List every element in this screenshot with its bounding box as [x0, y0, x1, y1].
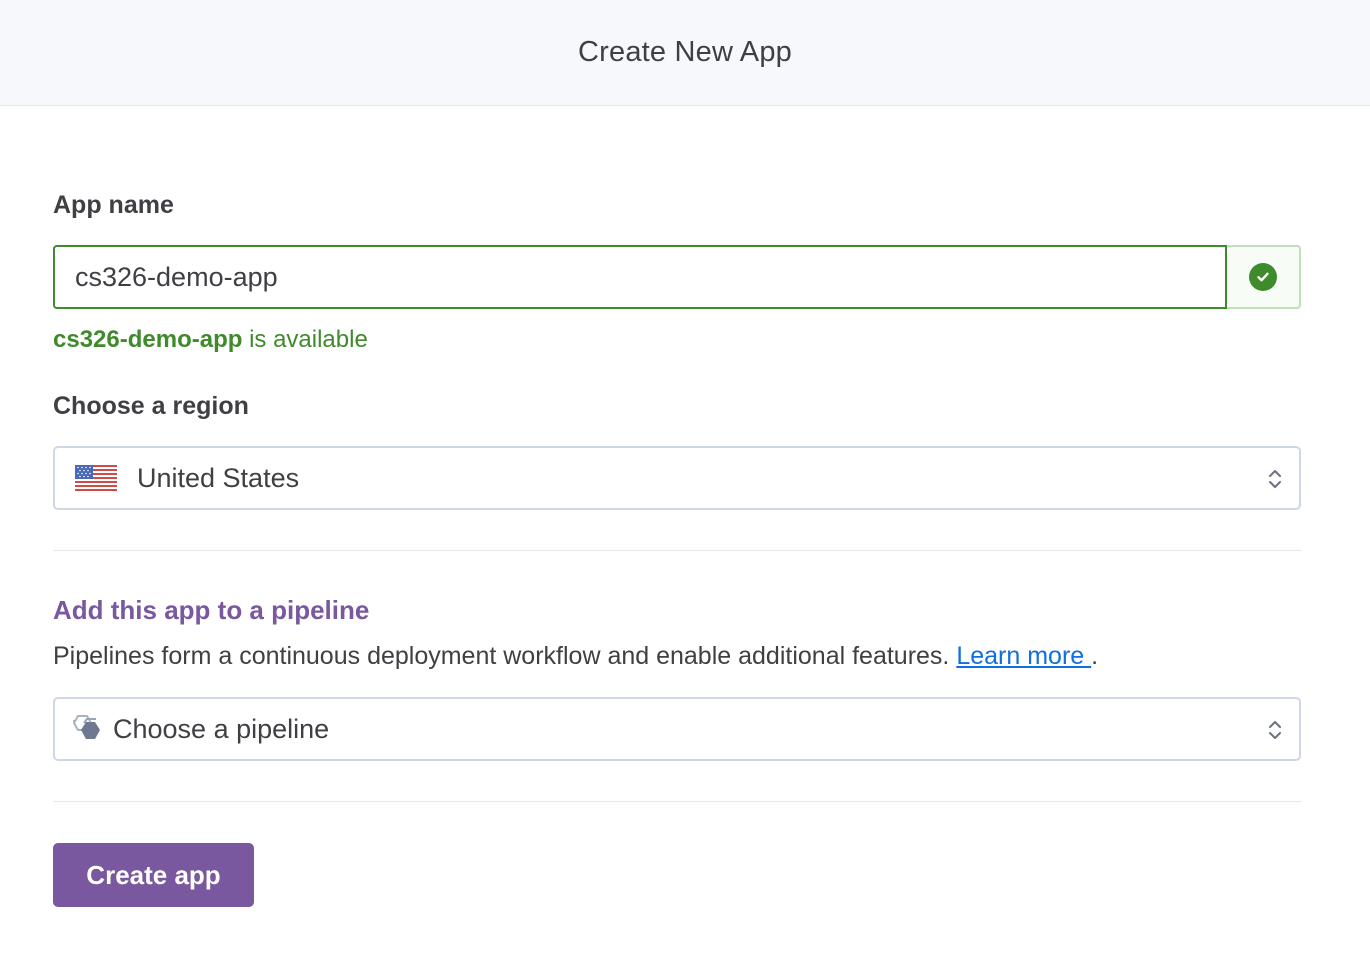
availability-message: cs326-demo-app is available: [53, 326, 368, 354]
page-header: Create New App: [0, 0, 1370, 106]
pipeline-select[interactable]: Choose a pipeline: [53, 697, 1301, 761]
chevron-up-down-icon: [1269, 470, 1281, 488]
app-name-status: [1227, 245, 1301, 309]
check-circle-icon: [1249, 263, 1277, 291]
page-title: Create New App: [578, 36, 792, 68]
learn-more-link[interactable]: Learn more: [956, 642, 1091, 670]
app-name-row: [53, 245, 1301, 309]
section-divider: [53, 801, 1301, 802]
us-flag-icon: [75, 465, 117, 491]
pipeline-icon: [72, 715, 100, 739]
app-name-input[interactable]: [53, 245, 1227, 309]
chevron-up-down-icon: [1269, 721, 1281, 739]
create-app-button[interactable]: Create app: [53, 843, 254, 907]
available-app-name: cs326-demo-app: [53, 326, 243, 353]
region-label: Choose a region: [53, 392, 249, 420]
availability-suffix: is available: [242, 326, 368, 353]
pipeline-description: Pipelines form a continuous deployment w…: [53, 642, 1098, 671]
section-divider: [53, 550, 1301, 551]
region-select[interactable]: United States: [53, 446, 1301, 510]
app-name-label: App name: [53, 191, 174, 219]
pipeline-heading: Add this app to a pipeline: [53, 595, 370, 625]
description-period: .: [1091, 642, 1099, 670]
pipeline-description-text: Pipelines form a continuous deployment w…: [53, 642, 957, 670]
region-selected-value: United States: [137, 462, 300, 493]
pipeline-placeholder: Choose a pipeline: [113, 713, 330, 744]
